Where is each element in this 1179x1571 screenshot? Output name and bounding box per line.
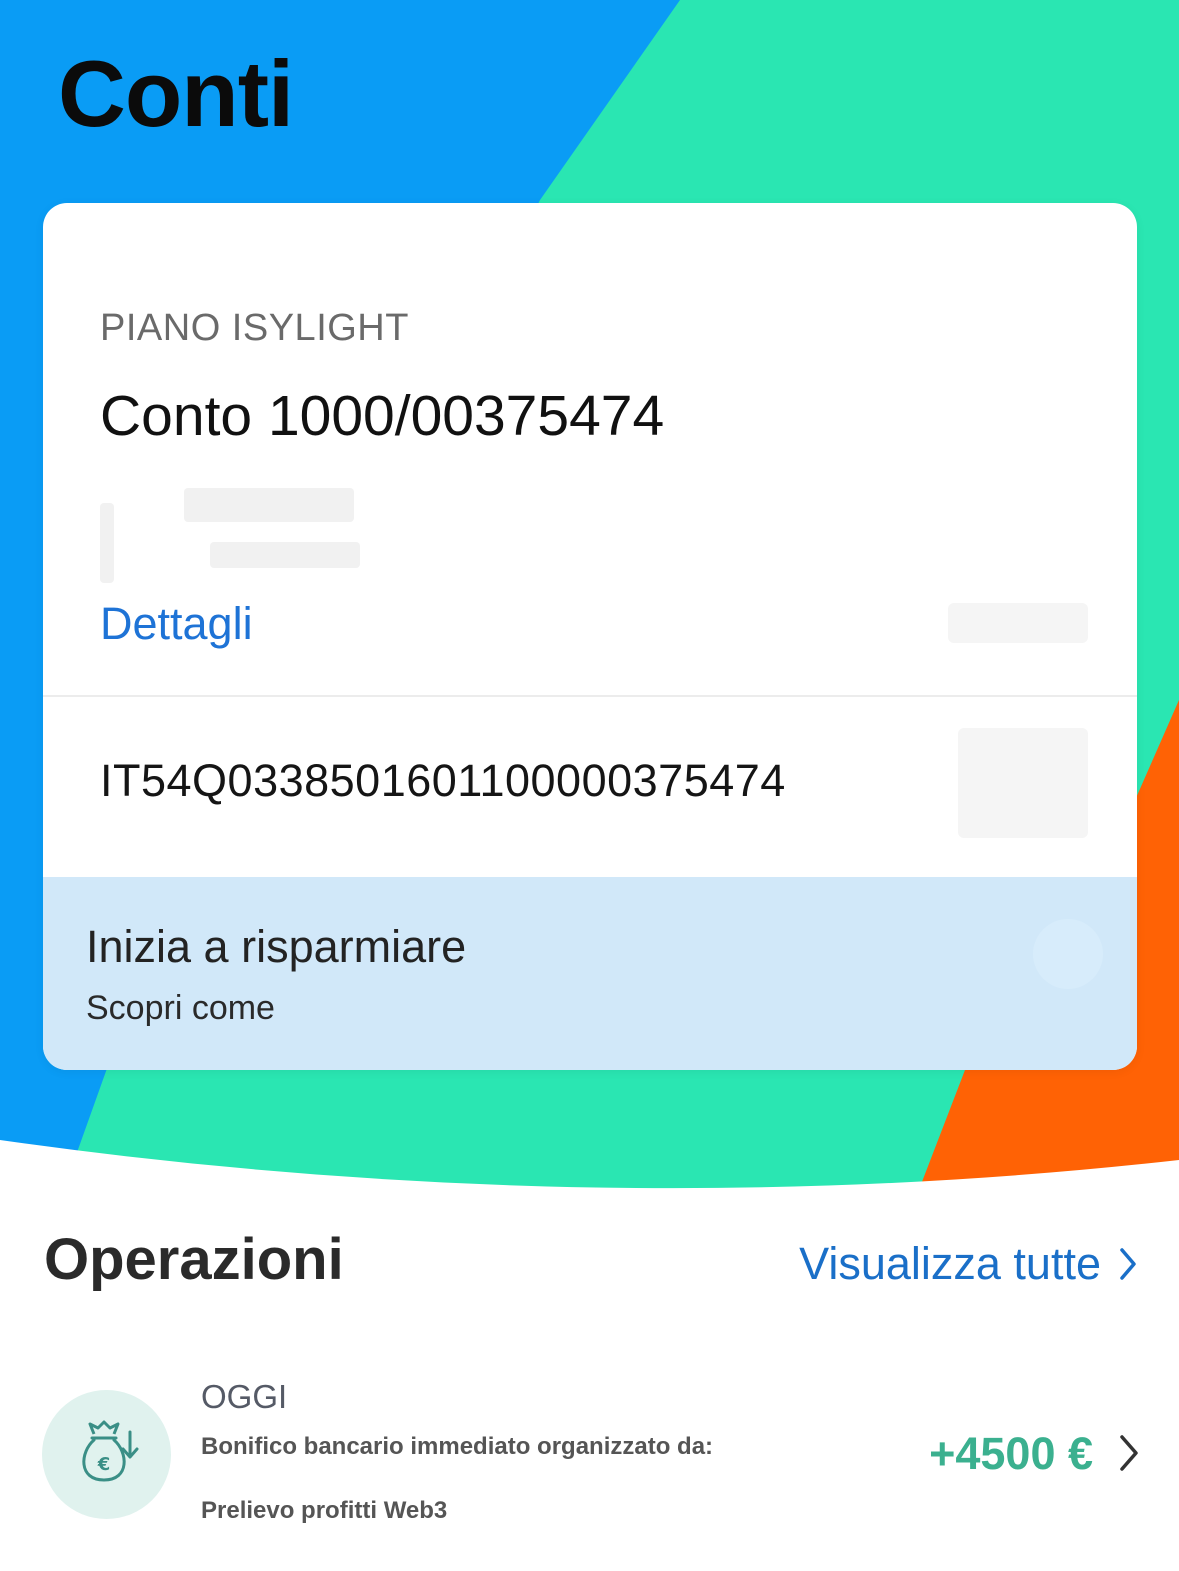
plan-label: PIANO ISYLIGHT xyxy=(100,307,409,349)
transaction-amount: +4500 € xyxy=(929,1428,1093,1479)
savings-banner[interactable]: Inizia a risparmiare Scopri come xyxy=(43,877,1137,1070)
blurred-icon xyxy=(958,728,1088,838)
iban-text[interactable]: IT54Q0338501601100000375474 xyxy=(100,755,786,807)
blurred-icon xyxy=(948,603,1088,643)
transaction-description: Bonifico bancario immediato organizzato … xyxy=(201,1433,714,1460)
transaction-date: OGGI xyxy=(201,1378,288,1415)
blurred-bar xyxy=(184,488,354,522)
money-bag-euro-icon: € xyxy=(82,1420,139,1482)
see-all-label: Visualizza tutte xyxy=(799,1238,1101,1289)
details-link[interactable]: Dettagli xyxy=(100,598,253,650)
transaction-row[interactable]: € OGGI Bonifico bancario immediato organ… xyxy=(0,1370,1179,1571)
card-divider xyxy=(43,695,1137,697)
transaction-avatar: € xyxy=(42,1390,171,1519)
savings-title: Inizia a risparmiare xyxy=(86,921,467,972)
blurred-balance-area xyxy=(100,478,400,588)
blurred-bar xyxy=(100,503,114,583)
savings-illustration xyxy=(1033,919,1103,989)
transaction-counterparty: Prelievo profitti Web3 xyxy=(201,1497,448,1524)
operations-heading: Operazioni xyxy=(44,1227,344,1292)
account-number: Conto 1000/00375474 xyxy=(100,384,665,448)
page-title: Conti xyxy=(58,41,294,146)
accounts-screen: Conti PIANO ISYLIGHT Conto 1000/00375474… xyxy=(0,0,1179,1571)
blurred-bar xyxy=(210,542,360,568)
chevron-right-icon xyxy=(1120,1435,1138,1471)
chevron-right-icon xyxy=(1120,1248,1136,1280)
account-card[interactable]: PIANO ISYLIGHT Conto 1000/00375474 Detta… xyxy=(43,203,1137,1070)
savings-subtitle-link[interactable]: Scopri come xyxy=(86,989,275,1028)
see-all-link[interactable]: Visualizza tutte xyxy=(799,1238,1137,1290)
svg-text:€: € xyxy=(97,1454,111,1475)
